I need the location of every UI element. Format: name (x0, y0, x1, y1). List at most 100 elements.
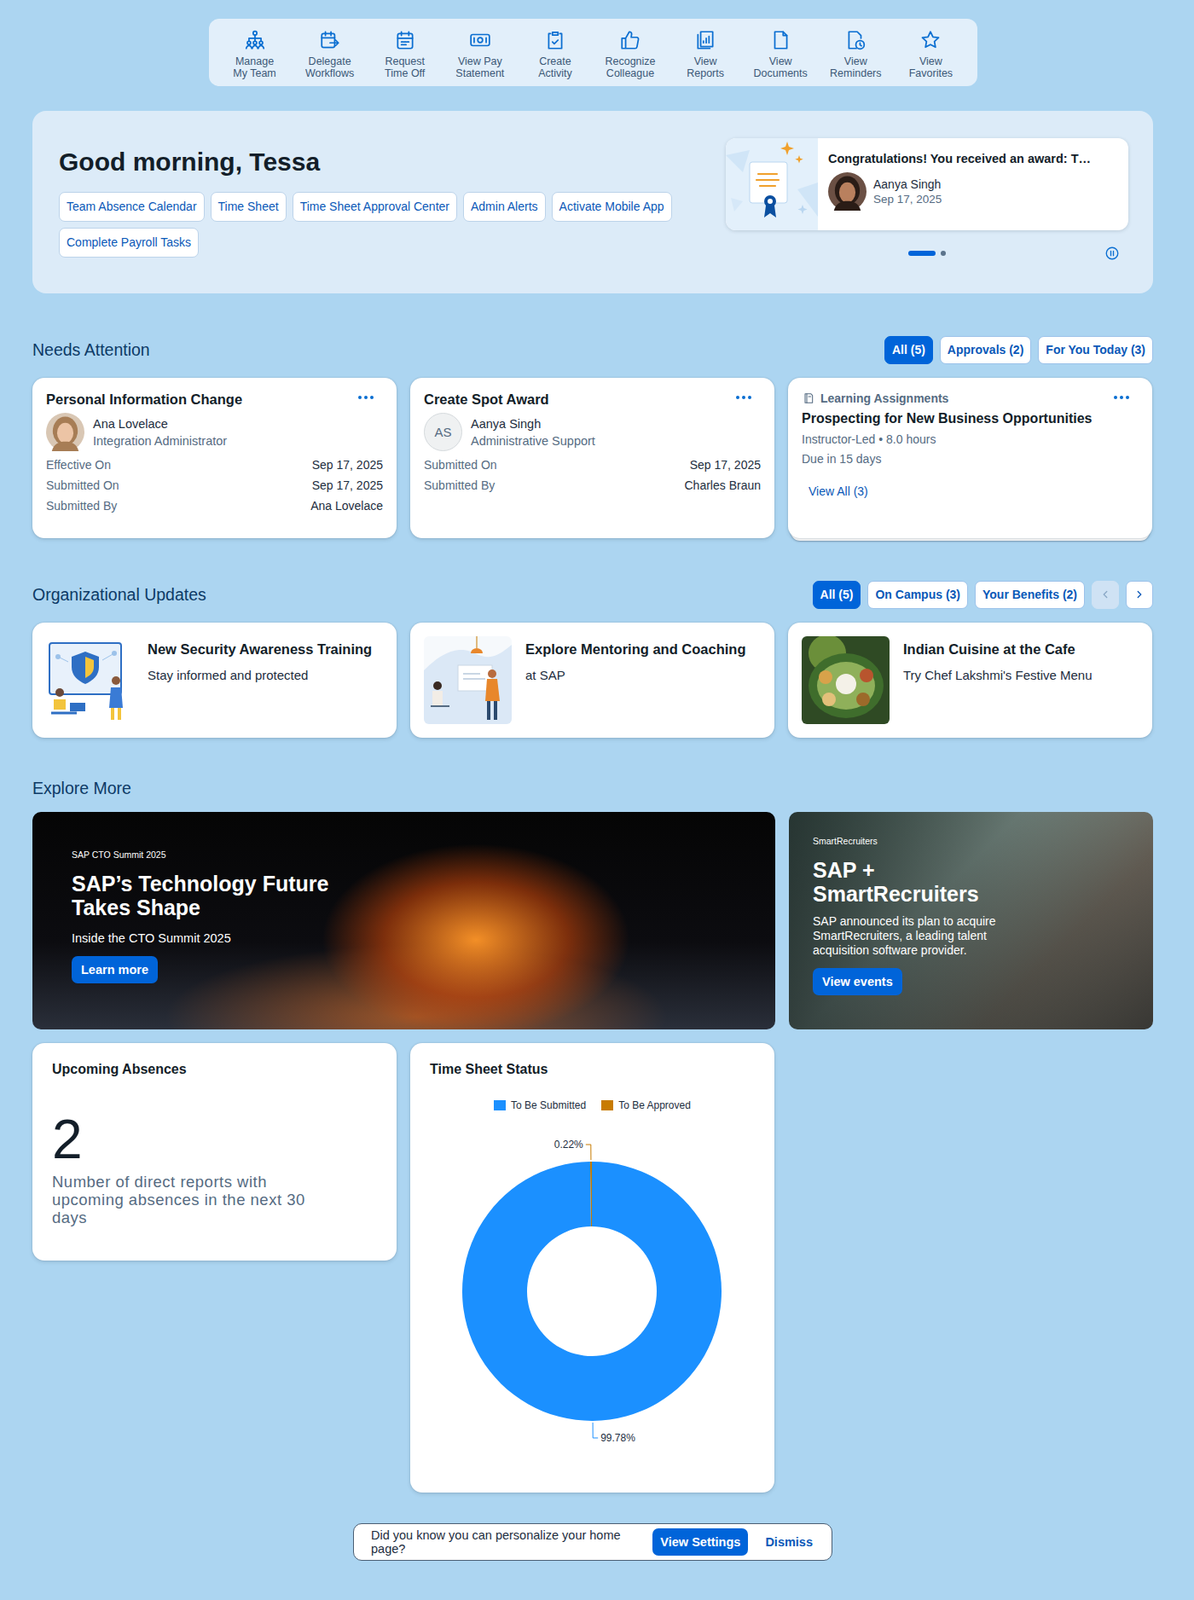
approval-card[interactable]: Create Spot AwardASAanya SinghAdministra… (410, 377, 775, 539)
update-subtitle: Try Chef Lakshmi's Festive Menu (903, 667, 1093, 683)
award-card[interactable]: Congratulations! You received an award: … (725, 138, 1129, 231)
widget-row: Upcoming Absences2Number of direct repor… (32, 1043, 1154, 1493)
card-fields: Effective OnSep 17, 2025Submitted OnSep … (46, 454, 383, 516)
shortcut-button[interactable]: ViewReports (667, 28, 743, 80)
more-options-icon[interactable] (357, 394, 375, 400)
pause-icon[interactable] (1104, 245, 1120, 261)
update-card[interactable]: New Security Awareness TrainingStay info… (32, 622, 397, 738)
shortcut-toolbar: ManageMy TeamDelegateWorkflowsRequestTim… (208, 18, 978, 87)
quick-link[interactable]: Admin Alerts (463, 191, 546, 222)
shortcut-label-line: View (753, 55, 808, 68)
filter-group: All (5)Approvals (2)For You Today (3) (884, 336, 1154, 365)
person-role: Integration Administrator (92, 432, 227, 450)
timesheet-chart-card[interactable]: Time Sheet StatusTo Be SubmittedTo Be Ap… (410, 1043, 775, 1493)
chevron-left-icon (1099, 588, 1112, 601)
award-title: Congratulations! You received an award: … (828, 151, 1119, 166)
filter-button[interactable]: Approvals (2) (939, 336, 1032, 365)
more-options-icon[interactable] (735, 394, 753, 400)
quick-link[interactable]: Activate Mobile App (551, 191, 673, 222)
welcome-panel: Good morning, TessaTeam Absence Calendar… (32, 110, 1154, 294)
calendar-icon (394, 28, 417, 52)
filter-button[interactable]: Your Benefits (2) (974, 580, 1085, 609)
banner-button[interactable]: Learn more (71, 956, 158, 984)
quick-link[interactable]: Complete Payroll Tasks (58, 227, 199, 258)
shortcut-button[interactable]: ManageMy Team (217, 28, 293, 80)
field-row: Submitted ByCharles Braun (423, 475, 761, 496)
card-header: Create Spot Award (423, 391, 761, 408)
field-value: Charles Braun (684, 475, 762, 496)
absences-card[interactable]: Upcoming Absences2Number of direct repor… (32, 1043, 397, 1261)
shortcut-button[interactable]: ViewFavorites (892, 28, 968, 80)
initials-avatar: AS (423, 412, 463, 452)
banner-eyebrow: SAP CTO Summit 2025 (71, 849, 742, 860)
shortcut-label-line: Manage (232, 55, 276, 68)
card-header: Learning Assignments (801, 391, 1139, 406)
update-card[interactable]: Explore Mentoring and Coachingat SAP (410, 622, 775, 738)
filter-button[interactable]: For You Today (3) (1037, 336, 1154, 365)
quick-links: Team Absence CalendarTime SheetTime Shee… (58, 191, 682, 258)
quick-link[interactable]: Team Absence Calendar (58, 191, 205, 222)
promo-banner[interactable]: SmartRecruitersSAP + SmartRecruitersSAP … (788, 811, 1154, 1030)
shortcut-label: ViewDocuments (753, 55, 808, 80)
quick-link[interactable]: Time Sheet Approval Center (292, 191, 458, 222)
update-text: Explore Mentoring and Coachingat SAP (525, 636, 747, 725)
filter-button[interactable]: On Campus (3) (867, 580, 968, 609)
shortcut-label-line: View (829, 55, 882, 68)
legend-item: To Be Approved (601, 1099, 691, 1112)
learning-card[interactable]: Learning AssignmentsProspecting for New … (788, 377, 1153, 539)
dismiss-button[interactable]: Dismiss (756, 1528, 822, 1556)
shortcut-label-line: Activity (538, 67, 573, 80)
welcome-left: Good morning, TessaTeam Absence Calendar… (58, 138, 690, 277)
shortcut-button[interactable]: RecognizeColleague (592, 28, 668, 80)
donut-slice[interactable] (462, 1161, 722, 1421)
filter-button[interactable]: All (5) (884, 336, 934, 365)
section-title: Organizational Updates (32, 585, 207, 605)
previous-button[interactable] (1091, 580, 1119, 609)
filter-button[interactable]: All (5) (812, 580, 862, 609)
shortcut-label: CreateActivity (538, 55, 573, 80)
shortcut-label-line: Workflows (305, 67, 354, 80)
chevron-right-icon (1133, 588, 1146, 601)
approval-card[interactable]: Personal Information ChangeAna LovelaceI… (32, 377, 397, 539)
leader-line (585, 1144, 592, 1160)
field-row: Submitted OnSep 17, 2025 (46, 475, 383, 496)
field-row: Submitted OnSep 17, 2025 (423, 454, 761, 476)
banner-button[interactable]: View events (812, 967, 903, 996)
carousel-indicator (725, 245, 1129, 261)
view-all-link[interactable]: View All (3) (808, 484, 1139, 499)
legend-swatch (601, 1100, 614, 1111)
donut-chart: 0.22%99.78% (429, 1116, 755, 1467)
shortcut-button[interactable]: ViewReminders (817, 28, 893, 80)
award-body: Congratulations! You received an award: … (817, 138, 1129, 231)
person-avatar (828, 172, 867, 211)
carousel-dot[interactable] (940, 250, 946, 256)
shortcut-button[interactable]: ViewDocuments (742, 28, 818, 80)
person-avatar (46, 412, 85, 452)
promo-banner[interactable]: SAP CTO Summit 2025SAP’s Technology Futu… (32, 811, 776, 1030)
learning-icon (801, 391, 816, 406)
delegate-calendar-icon (318, 28, 342, 52)
quick-link[interactable]: Time Sheet (210, 191, 287, 222)
shortcut-label-line: View (909, 55, 953, 68)
update-text: New Security Awareness TrainingStay info… (147, 636, 372, 725)
reminder-clock-icon (844, 28, 867, 52)
filter-label: Your Benefits (2) (982, 587, 1078, 602)
award-name: Aanya Singh (873, 177, 942, 192)
shortcut-button[interactable]: View PayStatement (442, 28, 518, 80)
card-title: Time Sheet Status (429, 1061, 755, 1078)
carousel-dot[interactable] (908, 250, 936, 256)
shortcut-label: ViewReports (686, 55, 725, 80)
shortcut-button[interactable]: CreateActivity (517, 28, 593, 80)
shortcut-label-line: Documents (753, 67, 808, 80)
shortcut-label-line: View (686, 55, 725, 68)
more-options-icon[interactable] (1112, 394, 1131, 400)
security-illustration (46, 636, 134, 725)
banner-row: SAP CTO Summit 2025SAP’s Technology Futu… (32, 811, 1154, 1030)
next-button[interactable] (1125, 580, 1154, 609)
shortcut-button[interactable]: DelegateWorkflows (292, 28, 368, 80)
update-card[interactable]: Indian Cuisine at the CafeTry Chef Laksh… (788, 622, 1153, 738)
view-settings-button[interactable]: View Settings (652, 1528, 748, 1556)
food-photo (801, 636, 890, 725)
shortcut-label: View PayStatement (455, 55, 505, 80)
shortcut-button[interactable]: RequestTime Off (367, 28, 443, 80)
